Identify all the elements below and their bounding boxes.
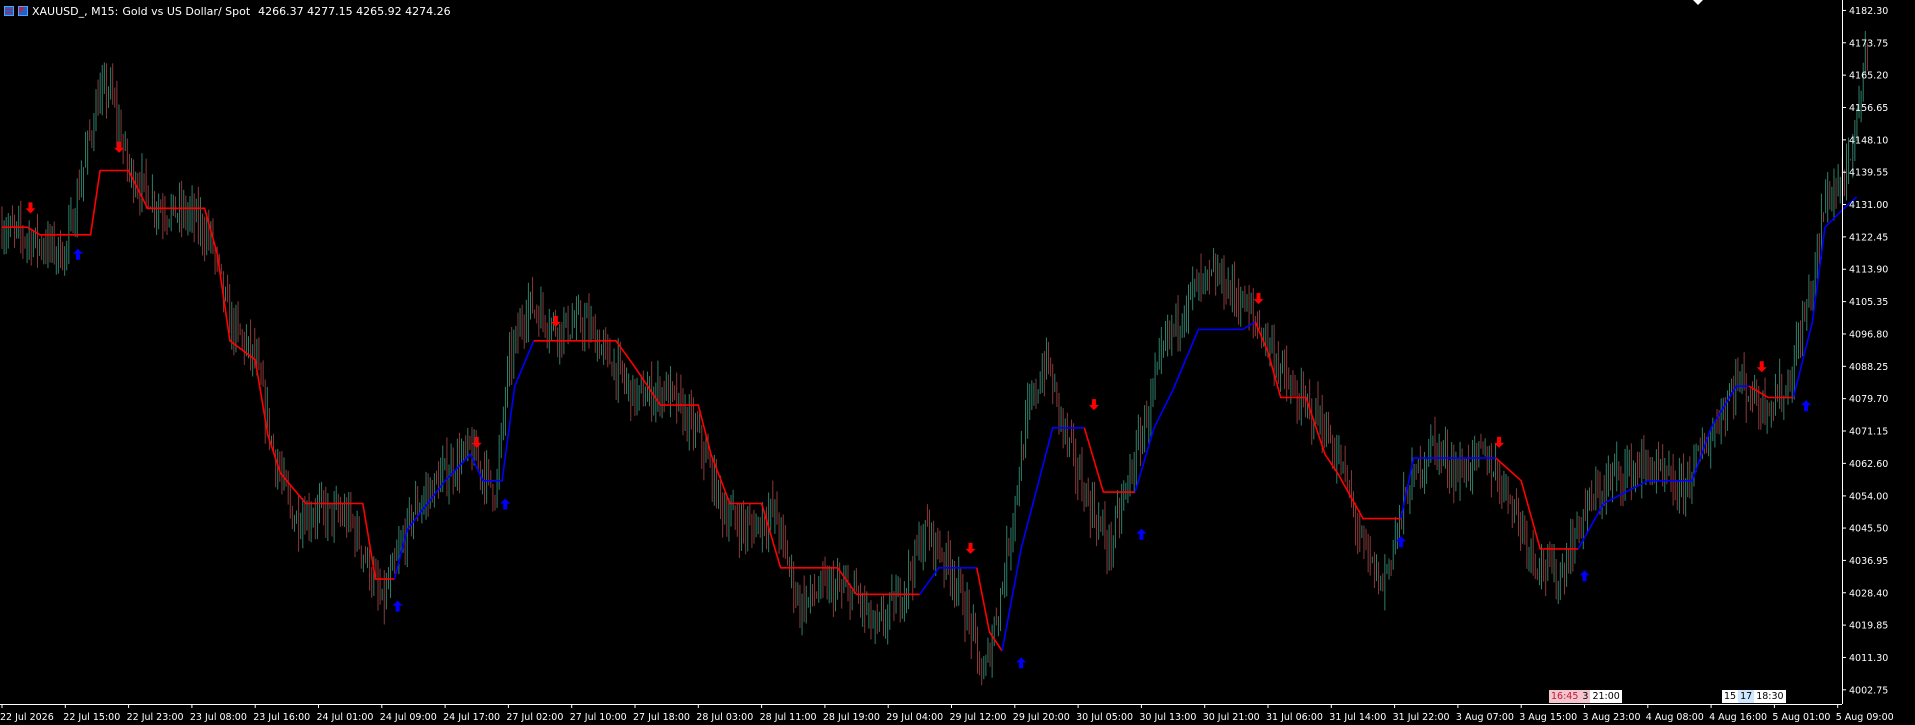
buy-arrow-icon	[392, 600, 403, 612]
trend-line-up	[1001, 426, 1085, 652]
sell-arrow-icon	[1756, 361, 1767, 373]
buy-arrow-icon	[72, 248, 83, 260]
buy-arrow-icon	[1136, 528, 1147, 540]
x-tick-label: 22 Jul 2026	[0, 712, 54, 723]
buy-arrow-icon	[1801, 400, 1812, 412]
y-tick-label: 4054.00	[1849, 491, 1888, 502]
tag1-next: 21:00	[1590, 690, 1622, 703]
x-tick-label: 28 Jul 11:00	[760, 712, 817, 723]
x-tick-label: 24 Jul 09:00	[380, 712, 437, 723]
x-tick-label: 22 Jul 15:00	[63, 712, 120, 723]
x-tick-label: 4 Aug 16:00	[1709, 712, 1767, 723]
x-tick-label: 4 Aug 08:00	[1646, 712, 1704, 723]
y-tick-label: 4182.30	[1849, 6, 1888, 17]
x-tick-label: 30 Jul 05:00	[1076, 712, 1133, 723]
indicator-tag-2: 15 17 18:30	[1722, 690, 1786, 703]
tag2-time: 18:30	[1754, 690, 1786, 703]
indicator-tag-1: 16:45 3 21:00	[1549, 690, 1622, 703]
y-tick-label: 4045.50	[1849, 524, 1888, 535]
chart-menu-icon[interactable]	[4, 6, 14, 16]
y-tick-label: 4096.80	[1849, 329, 1888, 340]
x-tick-label: 27 Jul 02:00	[506, 712, 563, 723]
x-tick-label: 29 Jul 20:00	[1013, 712, 1070, 723]
sell-arrow-icon	[25, 202, 36, 214]
x-tick-label: 27 Jul 10:00	[570, 712, 627, 723]
buy-arrow-icon	[1016, 657, 1027, 669]
x-tick-label: 22 Jul 23:00	[127, 712, 184, 723]
x-tick-label: 28 Jul 03:00	[696, 712, 753, 723]
shift-marker-icon	[1693, 0, 1703, 5]
sell-arrow-icon	[1088, 399, 1099, 411]
trend-line-up	[393, 340, 535, 580]
tag2-b: 17	[1738, 690, 1755, 703]
chart-header: XAUUSD_, M15: Gold vs US Dollar/ Spot 42…	[4, 3, 451, 19]
sell-arrow-icon	[1253, 293, 1264, 305]
x-tick-label: 23 Jul 08:00	[190, 712, 247, 723]
y-tick-label: 4028.40	[1849, 588, 1888, 599]
y-tick-label: 4088.25	[1849, 362, 1888, 373]
trend-line-down	[1748, 385, 1794, 399]
buy-arrow-icon	[500, 498, 511, 510]
y-tick-label: 4165.20	[1849, 71, 1888, 82]
y-tick-label: 4105.35	[1849, 297, 1888, 308]
trend-line-up	[1792, 196, 1858, 398]
y-tick-label: 4139.55	[1849, 168, 1888, 179]
x-tick-label: 31 Jul 06:00	[1266, 712, 1323, 723]
x-tick-label: 28 Jul 19:00	[823, 712, 880, 723]
y-tick-label: 4002.75	[1849, 685, 1888, 696]
tag1-time: 16:45	[1549, 690, 1581, 703]
x-tick-label: 30 Jul 13:00	[1139, 712, 1196, 723]
y-tick-label: 4156.65	[1849, 103, 1888, 114]
trend-lines-layer	[2, 169, 1858, 652]
y-tick-label: 4113.90	[1849, 265, 1888, 276]
x-tick-label: 30 Jul 21:00	[1203, 712, 1260, 723]
tag1-count: 3	[1580, 690, 1591, 703]
x-tick-label: 29 Jul 12:00	[950, 712, 1007, 723]
x-tick-label: 3 Aug 15:00	[1519, 712, 1577, 723]
x-tick-label: 5 Aug 09:00	[1836, 712, 1894, 723]
y-tick-label: 4148.10	[1849, 135, 1888, 146]
y-tick-label: 4122.45	[1849, 232, 1888, 243]
x-tick-label: 31 Jul 14:00	[1329, 712, 1386, 723]
x-tick-label: 23 Jul 16:00	[253, 712, 310, 723]
sell-arrow-icon	[114, 141, 125, 153]
x-tick-label: 3 Aug 23:00	[1583, 712, 1641, 723]
x-tick-label: 27 Jul 18:00	[633, 712, 690, 723]
x-tick-label: 3 Aug 07:00	[1456, 712, 1514, 723]
chart-type-icon[interactable]	[18, 6, 28, 16]
y-tick-label: 4062.60	[1849, 459, 1888, 470]
buy-arrow-icon	[1579, 570, 1590, 582]
signal-arrows-layer	[25, 141, 1812, 669]
symbol-description: Gold vs US Dollar/ Spot	[122, 4, 251, 18]
x-tick-label: 29 Jul 04:00	[886, 712, 943, 723]
y-tick-label: 4011.30	[1849, 653, 1888, 664]
axes-layer: 4182.30 4173.75 4165.20 4156.65 4148.10 4139.…	[0, 0, 1894, 723]
y-tick-label: 4071.15	[1849, 427, 1888, 438]
tag2-a: 15	[1722, 690, 1739, 703]
candles-layer	[1, 30, 1868, 686]
x-tick-label: 31 Jul 22:00	[1393, 712, 1450, 723]
trend-line-down	[533, 339, 920, 596]
y-tick-label: 4036.95	[1849, 556, 1888, 567]
y-tick-label: 4019.85	[1849, 621, 1888, 632]
y-tick-label: 4173.75	[1849, 38, 1888, 49]
y-tick-label: 4079.70	[1849, 394, 1888, 405]
sell-arrow-icon	[965, 542, 976, 554]
price-chart[interactable]: 4182.30 4173.75 4165.20 4156.65 4148.10 4139.…	[0, 0, 1915, 725]
sell-arrow-icon	[471, 436, 482, 448]
symbol-timeframe: XAUUSD_, M15:	[32, 4, 119, 18]
trend-line-down	[976, 567, 1003, 652]
x-tick-label: 24 Jul 01:00	[317, 712, 374, 723]
y-tick-label: 4131.00	[1849, 200, 1888, 211]
x-tick-label: 5 Aug 01:00	[1772, 712, 1830, 723]
trend-line-up	[1400, 457, 1496, 519]
x-tick-label: 24 Jul 17:00	[443, 712, 500, 723]
ohlc-values: 4266.37 4277.15 4265.92 4274.26	[258, 4, 451, 18]
